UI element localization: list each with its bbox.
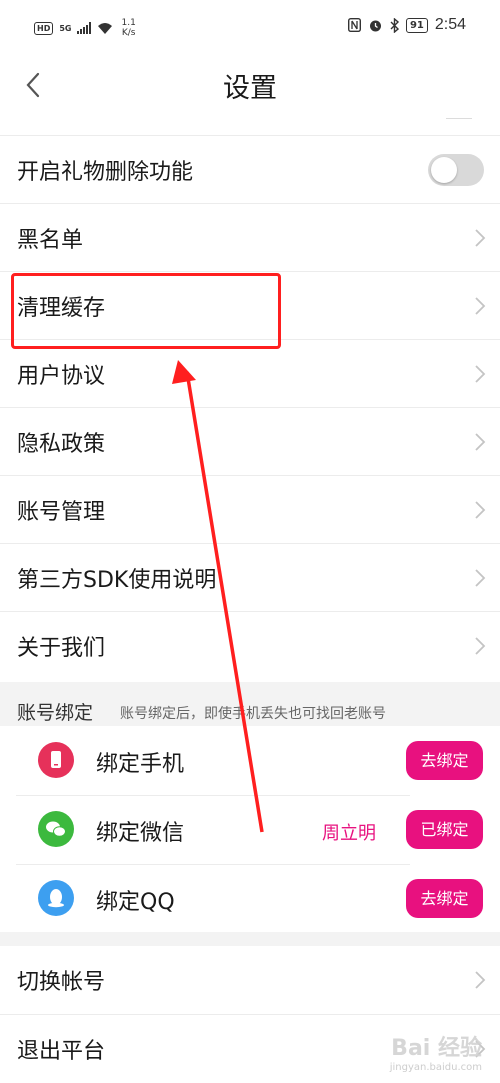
speed-unit: K/s bbox=[121, 28, 136, 38]
setting-label: 开启礼物删除功能 bbox=[17, 159, 194, 185]
setting-blacklist[interactable]: 黑名单 bbox=[0, 203, 500, 271]
network-speed: 1.1 K/s bbox=[121, 18, 135, 38]
bind-qq-button[interactable]: 去绑定 bbox=[406, 879, 483, 918]
bind-label: 绑定手机 bbox=[96, 752, 185, 777]
setting-label: 退出平台 bbox=[17, 1038, 106, 1064]
annotation-highlight-box bbox=[11, 273, 281, 349]
nav-header: 设置 bbox=[0, 56, 500, 118]
account-binding-header: 账号绑定 账号绑定后，即使手机丢失也可找回老账号 bbox=[0, 682, 500, 726]
phone-icon bbox=[38, 742, 74, 778]
status-right: 91 2:54 bbox=[347, 16, 466, 34]
page-title: 设置 bbox=[223, 73, 277, 104]
chevron-right-icon bbox=[475, 569, 486, 587]
divider bbox=[16, 864, 410, 865]
setting-privacy-policy[interactable]: 隐私政策 bbox=[0, 407, 500, 475]
speed-value: 1.1 bbox=[121, 18, 136, 28]
switch-account-row[interactable]: 切换帐号 bbox=[0, 946, 500, 1014]
setting-label: 黑名单 bbox=[17, 227, 84, 253]
wechat-bound-name: 周立明 bbox=[322, 823, 376, 844]
setting-label: 关于我们 bbox=[17, 635, 106, 661]
bind-label: 绑定微信 bbox=[96, 821, 185, 846]
chevron-right-icon bbox=[475, 297, 486, 315]
gift-delete-toggle[interactable] bbox=[428, 154, 484, 186]
clock: 2:54 bbox=[434, 16, 466, 33]
chevron-right-icon bbox=[475, 229, 486, 247]
account-binding-list: 绑定手机 去绑定 绑定微信 周立明 已绑定 绑定QQ 去绑定 bbox=[0, 726, 500, 932]
bind-phone-row: 绑定手机 去绑定 bbox=[0, 726, 500, 795]
setting-about-us[interactable]: 关于我们 bbox=[0, 611, 500, 679]
section-subtitle: 账号绑定后，即使手机丢失也可找回老账号 bbox=[120, 706, 386, 722]
bind-phone-button[interactable]: 去绑定 bbox=[406, 741, 483, 780]
baidu-watermark: Bai 经验 bbox=[391, 1036, 482, 1061]
status-bar: HD 5G 1.1 K/s 91 2:54 bbox=[0, 0, 500, 56]
scroll-indicator bbox=[446, 118, 472, 119]
chevron-right-icon bbox=[475, 971, 486, 989]
signal-label: 5G bbox=[59, 23, 72, 33]
setting-label: 切换帐号 bbox=[17, 970, 106, 995]
qq-icon bbox=[38, 880, 74, 916]
status-left: HD 5G 1.1 K/s bbox=[34, 18, 136, 38]
setting-label: 用户协议 bbox=[17, 363, 106, 389]
bind-wechat-button[interactable]: 已绑定 bbox=[406, 810, 483, 849]
signal-icon bbox=[77, 22, 92, 34]
setting-account-management[interactable]: 账号管理 bbox=[0, 475, 500, 543]
setting-third-party-sdk[interactable]: 第三方SDK使用说明 bbox=[0, 543, 500, 611]
baidu-watermark-url: jingyan.baidu.com bbox=[389, 1062, 482, 1073]
alarm-icon bbox=[369, 20, 381, 31]
bind-qq-row: 绑定QQ 去绑定 bbox=[0, 864, 500, 933]
chevron-right-icon bbox=[475, 365, 486, 383]
section-title: 账号绑定 bbox=[17, 702, 94, 724]
divider bbox=[16, 795, 410, 796]
wifi-icon bbox=[98, 22, 113, 34]
setting-user-agreement[interactable]: 用户协议 bbox=[0, 339, 500, 407]
setting-gift-delete: 开启礼物删除功能 bbox=[0, 135, 500, 203]
chevron-right-icon bbox=[475, 637, 486, 655]
settings-list: 开启礼物删除功能 黑名单 清理缓存 用户协议 隐私政策 账号管理 第三方SDK使… bbox=[0, 118, 500, 682]
battery-icon: 91 bbox=[405, 17, 428, 33]
setting-label: 第三方SDK使用说明 bbox=[17, 567, 217, 593]
bind-label: 绑定QQ bbox=[96, 890, 175, 915]
bluetooth-icon bbox=[390, 17, 399, 33]
wechat-icon bbox=[38, 811, 74, 847]
nfc-icon bbox=[347, 18, 361, 32]
chevron-right-icon bbox=[475, 433, 486, 451]
bind-wechat-row: 绑定微信 周立明 已绑定 bbox=[0, 795, 500, 864]
setting-label: 账号管理 bbox=[17, 499, 106, 525]
setting-label: 隐私政策 bbox=[17, 431, 106, 457]
hd-icon: HD bbox=[34, 21, 54, 35]
toggle-knob bbox=[431, 157, 457, 183]
chevron-right-icon bbox=[475, 501, 486, 519]
